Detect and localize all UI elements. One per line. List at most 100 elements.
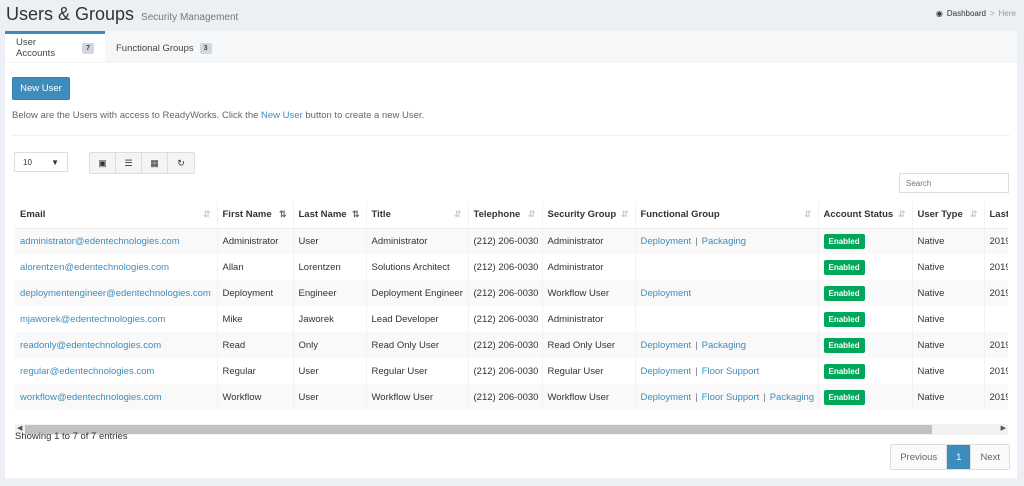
email-link[interactable]: alorentzen@edentechnologies.com [20, 262, 169, 273]
cell-email: alorentzen@edentechnologies.com [15, 254, 218, 280]
sort-asc-icon: ⇅ [278, 209, 287, 220]
column-label: Email [20, 209, 46, 221]
functional-group-link[interactable]: Packaging [702, 340, 746, 351]
tab-label: Functional Groups [116, 42, 194, 54]
new-user-button[interactable]: New User [12, 77, 70, 100]
divider [12, 135, 1010, 136]
breadcrumb-dashboard[interactable]: Dashboard [947, 9, 986, 18]
cell-lastcol: 2019 [984, 254, 1008, 280]
breadcrumb-current: Here [998, 9, 1016, 18]
page-length-select[interactable]: 10 ▼ [14, 152, 68, 172]
previous-button[interactable]: Previous [891, 445, 948, 469]
sort-icon: ⇵ [453, 209, 462, 220]
cell-email: workflow@edentechnologies.com [15, 384, 218, 410]
email-link[interactable]: mjaworek@edentechnologies.com [20, 314, 165, 325]
cell-phone: (212) 206-0030 [468, 280, 543, 306]
monitor-icon[interactable]: ▣ [90, 153, 116, 173]
excel-export-icon[interactable]: ▦ [142, 153, 168, 173]
scroll-right-icon[interactable]: ▶ [1001, 424, 1006, 432]
content-panel: User Accounts 7 Functional Groups 3 New … [5, 31, 1017, 478]
email-link[interactable]: workflow@edentechnologies.com [20, 392, 162, 403]
tab-label: User Accounts [16, 37, 56, 59]
description-text: Below are the Users with access to Ready… [12, 110, 424, 121]
functional-group-link[interactable]: Packaging [770, 392, 814, 403]
cell-sec: Administrator [542, 228, 636, 254]
status-badge: Enabled [823, 389, 865, 405]
functional-group-link[interactable]: Floor Support [702, 366, 760, 377]
sort-icon: ⇵ [897, 209, 906, 220]
table-row[interactable]: administrator@edentechnologies.com Admini… [15, 228, 1008, 254]
sort-icon: ⇵ [803, 209, 812, 220]
cell-first: Mike [217, 306, 294, 332]
cell-last: Lorentzen [293, 254, 367, 280]
functional-group-link[interactable]: Packaging [702, 236, 746, 247]
scrollbar-thumb[interactable] [25, 425, 932, 434]
column-label: Telephone [473, 209, 521, 221]
table-row[interactable]: regular@edentechnologies.com Regular User R… [15, 358, 1008, 384]
cell-title: Read Only User [366, 332, 469, 358]
table-row[interactable]: readonly@edentechnologies.com Read Only Rea… [15, 332, 1008, 358]
email-link[interactable]: regular@edentechnologies.com [20, 366, 154, 377]
email-link[interactable]: administrator@edentechnologies.com [20, 236, 180, 247]
column-header[interactable]: User Type ⇵ [912, 202, 985, 229]
email-link[interactable]: readonly@edentechnologies.com [20, 340, 161, 351]
table-row[interactable]: alorentzen@edentechnologies.com Allan Lore… [15, 254, 1008, 280]
page-title: Users & Groups [6, 4, 135, 24]
page-1-button[interactable]: 1 [947, 445, 972, 469]
breadcrumb-separator: > [989, 9, 995, 18]
functional-group-link[interactable]: Deployment [641, 392, 692, 403]
cell-status: Enabled [818, 306, 913, 332]
column-header[interactable]: First Name ⇅ [217, 202, 294, 229]
tab-functional-groups[interactable]: Functional Groups 3 [105, 31, 223, 62]
column-label: Security Group [547, 209, 617, 221]
column-header[interactable]: Account Status ⇵ [818, 202, 913, 229]
new-user-link[interactable]: New User [261, 110, 303, 121]
tab-user-accounts[interactable]: User Accounts 7 [5, 31, 105, 62]
cell-email: readonly@edentechnologies.com [15, 332, 218, 358]
functional-group-link[interactable]: Deployment [641, 340, 692, 351]
cell-type: Native [912, 254, 985, 280]
cell-status: Enabled [818, 254, 913, 280]
column-label: Last [989, 209, 1009, 221]
functional-group-link[interactable]: Deployment [641, 236, 692, 247]
cell-email: mjaworek@edentechnologies.com [15, 306, 218, 332]
cell-lastcol: 2019 [984, 228, 1008, 254]
column-header[interactable]: Email ⇵ [15, 202, 218, 229]
cell-sec: Administrator [542, 254, 636, 280]
breadcrumb: ◉ Dashboard > Here [936, 9, 1016, 18]
cell-first: Read [217, 332, 294, 358]
status-badge: Enabled [823, 233, 865, 249]
column-header[interactable]: Security Group ⇵ [542, 202, 636, 229]
users-table: Email ⇵ First Name ⇅ Last Name ⇅ Title ⇵ Telepho… [15, 202, 1008, 410]
cell-groups: Deployment | Packaging [635, 228, 819, 254]
column-header[interactable]: Last Name ⇅ [293, 202, 367, 229]
next-button[interactable]: Next [971, 445, 1009, 469]
cell-sec: Workflow User [542, 280, 636, 306]
cell-phone: (212) 206-0030 [468, 254, 543, 280]
column-header[interactable]: Title ⇵ [366, 202, 469, 229]
column-header[interactable]: Telephone ⇵ [468, 202, 543, 229]
list-icon[interactable]: ☰ [116, 153, 142, 173]
table-row[interactable]: deploymentengineer@edentechnologies.com D… [15, 280, 1008, 306]
cell-lastcol: 2019 [984, 384, 1008, 410]
refresh-icon[interactable]: ↻ [168, 153, 194, 173]
column-header[interactable]: Functional Group ⇵ [635, 202, 819, 229]
functional-group-link[interactable]: Floor Support [702, 392, 760, 403]
dashboard-icon: ◉ [935, 9, 943, 18]
horizontal-scrollbar[interactable]: ◀ ▶ [15, 424, 1008, 435]
email-link[interactable]: deploymentengineer@edentechnologies.com [20, 288, 211, 299]
cell-title: Lead Developer [366, 306, 469, 332]
table-row[interactable]: mjaworek@edentechnologies.com Mike Jaworek… [15, 306, 1008, 332]
cell-phone: (212) 206-0030 [468, 228, 543, 254]
column-header[interactable]: Last [984, 202, 1009, 229]
cell-title: Deployment Engineer [366, 280, 469, 306]
cell-status: Enabled [818, 280, 913, 306]
table-info: Showing 1 to 7 of 7 entries [15, 431, 128, 442]
table-row[interactable]: workflow@edentechnologies.com Workflow Use… [15, 384, 1008, 410]
functional-group-link[interactable]: Deployment [641, 288, 692, 299]
search-input[interactable] [899, 173, 1009, 193]
caret-down-icon: ▼ [51, 157, 59, 167]
functional-group-link[interactable]: Deployment [641, 366, 692, 377]
sort-asc-icon: ⇅ [351, 209, 360, 220]
cell-first: Deployment [217, 280, 294, 306]
